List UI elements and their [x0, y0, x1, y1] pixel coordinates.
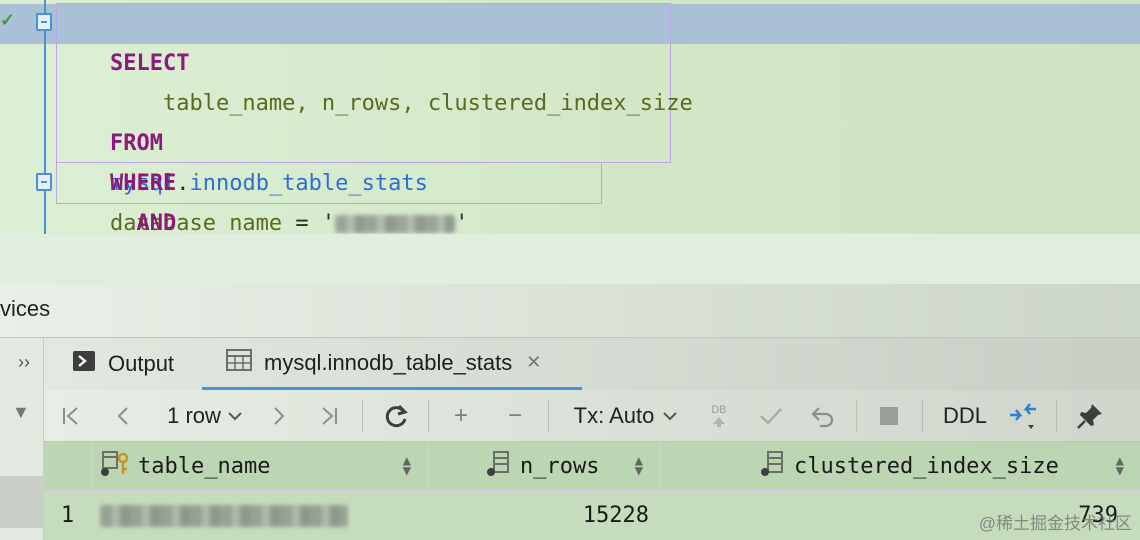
column-icon	[484, 449, 512, 483]
ddl-button[interactable]: DDL	[938, 390, 992, 442]
redacted-value	[100, 504, 348, 527]
result-grid: table_name ▲ ▼ n_rows ▲ ▼ clustered_index_…	[44, 442, 1140, 540]
add-row-icon[interactable]: +	[446, 390, 476, 442]
column-header-table-name[interactable]: table_name ▲ ▼	[92, 442, 428, 490]
services-left-toolbar: ›› ▼	[0, 338, 44, 540]
chevron-down-icon	[663, 412, 678, 421]
commit-check-icon[interactable]	[756, 390, 786, 442]
column-name: n_rows	[520, 453, 600, 479]
table-icon	[226, 348, 252, 377]
pin-icon[interactable]	[1072, 390, 1108, 442]
row-number[interactable]: 1	[44, 490, 92, 540]
next-page-icon[interactable]	[266, 390, 292, 442]
sort-icon[interactable]: ▲ ▼	[635, 454, 643, 478]
redacted-value	[335, 215, 456, 233]
arrow-up-icon	[713, 416, 725, 427]
sql-editor[interactable]: ✓ SELECT table_name, n_rows, clustered_i…	[0, 0, 1140, 234]
keyword-and: AND	[109, 211, 177, 234]
code-line-3[interactable]: FROM mysql.innodb_table_stats	[57, 84, 428, 196]
transaction-mode-label: Tx: Auto	[573, 403, 655, 428]
cell-n-rows[interactable]: 15228	[428, 490, 660, 540]
primary-key-column-icon	[100, 449, 130, 483]
result-toolbar: 1 row + − Tx: Auto DB DDL	[44, 390, 1140, 442]
where-operator: = '	[282, 211, 336, 234]
close-tab-icon[interactable]: ✕	[526, 352, 541, 373]
first-page-icon[interactable]	[56, 390, 86, 442]
filter-icon[interactable]: ▼	[12, 402, 30, 423]
column-name: table_name	[138, 453, 271, 479]
toolbar-separator	[428, 400, 429, 432]
code-line-2[interactable]: table_name, n_rows, clustered_index_size	[57, 44, 693, 116]
sort-icon[interactable]: ▲ ▼	[1116, 454, 1124, 478]
transaction-mode-dropdown[interactable]: Tx: Auto	[568, 390, 684, 442]
row-count-label: 1 row	[167, 403, 221, 428]
quote-end: '	[455, 211, 469, 234]
prev-page-icon[interactable]	[110, 390, 136, 442]
result-tabs: Output mysql.innodb_table_stats ✕	[44, 338, 1140, 390]
delete-row-icon[interactable]: −	[500, 390, 530, 442]
tab-innodb-table-stats[interactable]: mysql.innodb_table_stats ✕	[202, 338, 582, 390]
tab-output-label: Output	[108, 351, 175, 376]
column-header-clustered-index-size[interactable]: clustered_index_size ▲ ▼	[660, 442, 1140, 490]
column-icon	[758, 449, 786, 483]
chevron-down-icon	[228, 412, 242, 421]
toolbar-separator	[362, 400, 363, 432]
toolbar-separator	[1056, 400, 1057, 432]
services-title: vices	[0, 296, 51, 321]
tab-table-label: mysql.innodb_table_stats	[264, 349, 513, 375]
toolbar-separator	[856, 400, 857, 432]
gutter-line	[44, 0, 46, 234]
toolbar-separator	[548, 400, 549, 432]
code-line-1[interactable]: SELECT	[57, 4, 189, 76]
expand-icon[interactable]: ››	[18, 352, 30, 373]
watermark: @稀土掘金技术社区	[978, 514, 1132, 533]
executed-check-icon: ✓	[0, 10, 16, 30]
row-count-dropdown[interactable]: 1 row	[160, 390, 250, 442]
last-page-icon[interactable]	[314, 390, 344, 442]
output-icon	[72, 350, 96, 378]
db-commit-icon[interactable]: DB	[706, 390, 732, 442]
code-line-4[interactable]: WHERE database_name = ' '	[57, 124, 468, 234]
editor-spacer	[0, 234, 1140, 284]
row-number-header	[44, 442, 92, 490]
cell-table-name[interactable]	[92, 490, 428, 540]
services-header: vices	[0, 284, 1140, 338]
rollback-icon[interactable]	[808, 390, 838, 442]
refresh-icon[interactable]	[380, 390, 412, 442]
db-label: DB	[711, 403, 727, 416]
sort-icon[interactable]: ▲ ▼	[403, 454, 411, 478]
fold-end-icon[interactable]	[36, 173, 52, 191]
toolbar-separator	[922, 400, 923, 432]
stop-icon[interactable]	[874, 390, 904, 442]
tab-output[interactable]: Output	[72, 338, 174, 390]
code-line-5[interactable]: AND table_name = ''	[57, 164, 567, 234]
fold-start-icon[interactable]	[36, 13, 52, 31]
selected-service-row[interactable]	[0, 476, 44, 528]
column-name: clustered_index_size	[794, 453, 1059, 479]
compare-icon[interactable]	[1006, 390, 1042, 442]
column-header-n-rows[interactable]: n_rows ▲ ▼	[428, 442, 660, 490]
